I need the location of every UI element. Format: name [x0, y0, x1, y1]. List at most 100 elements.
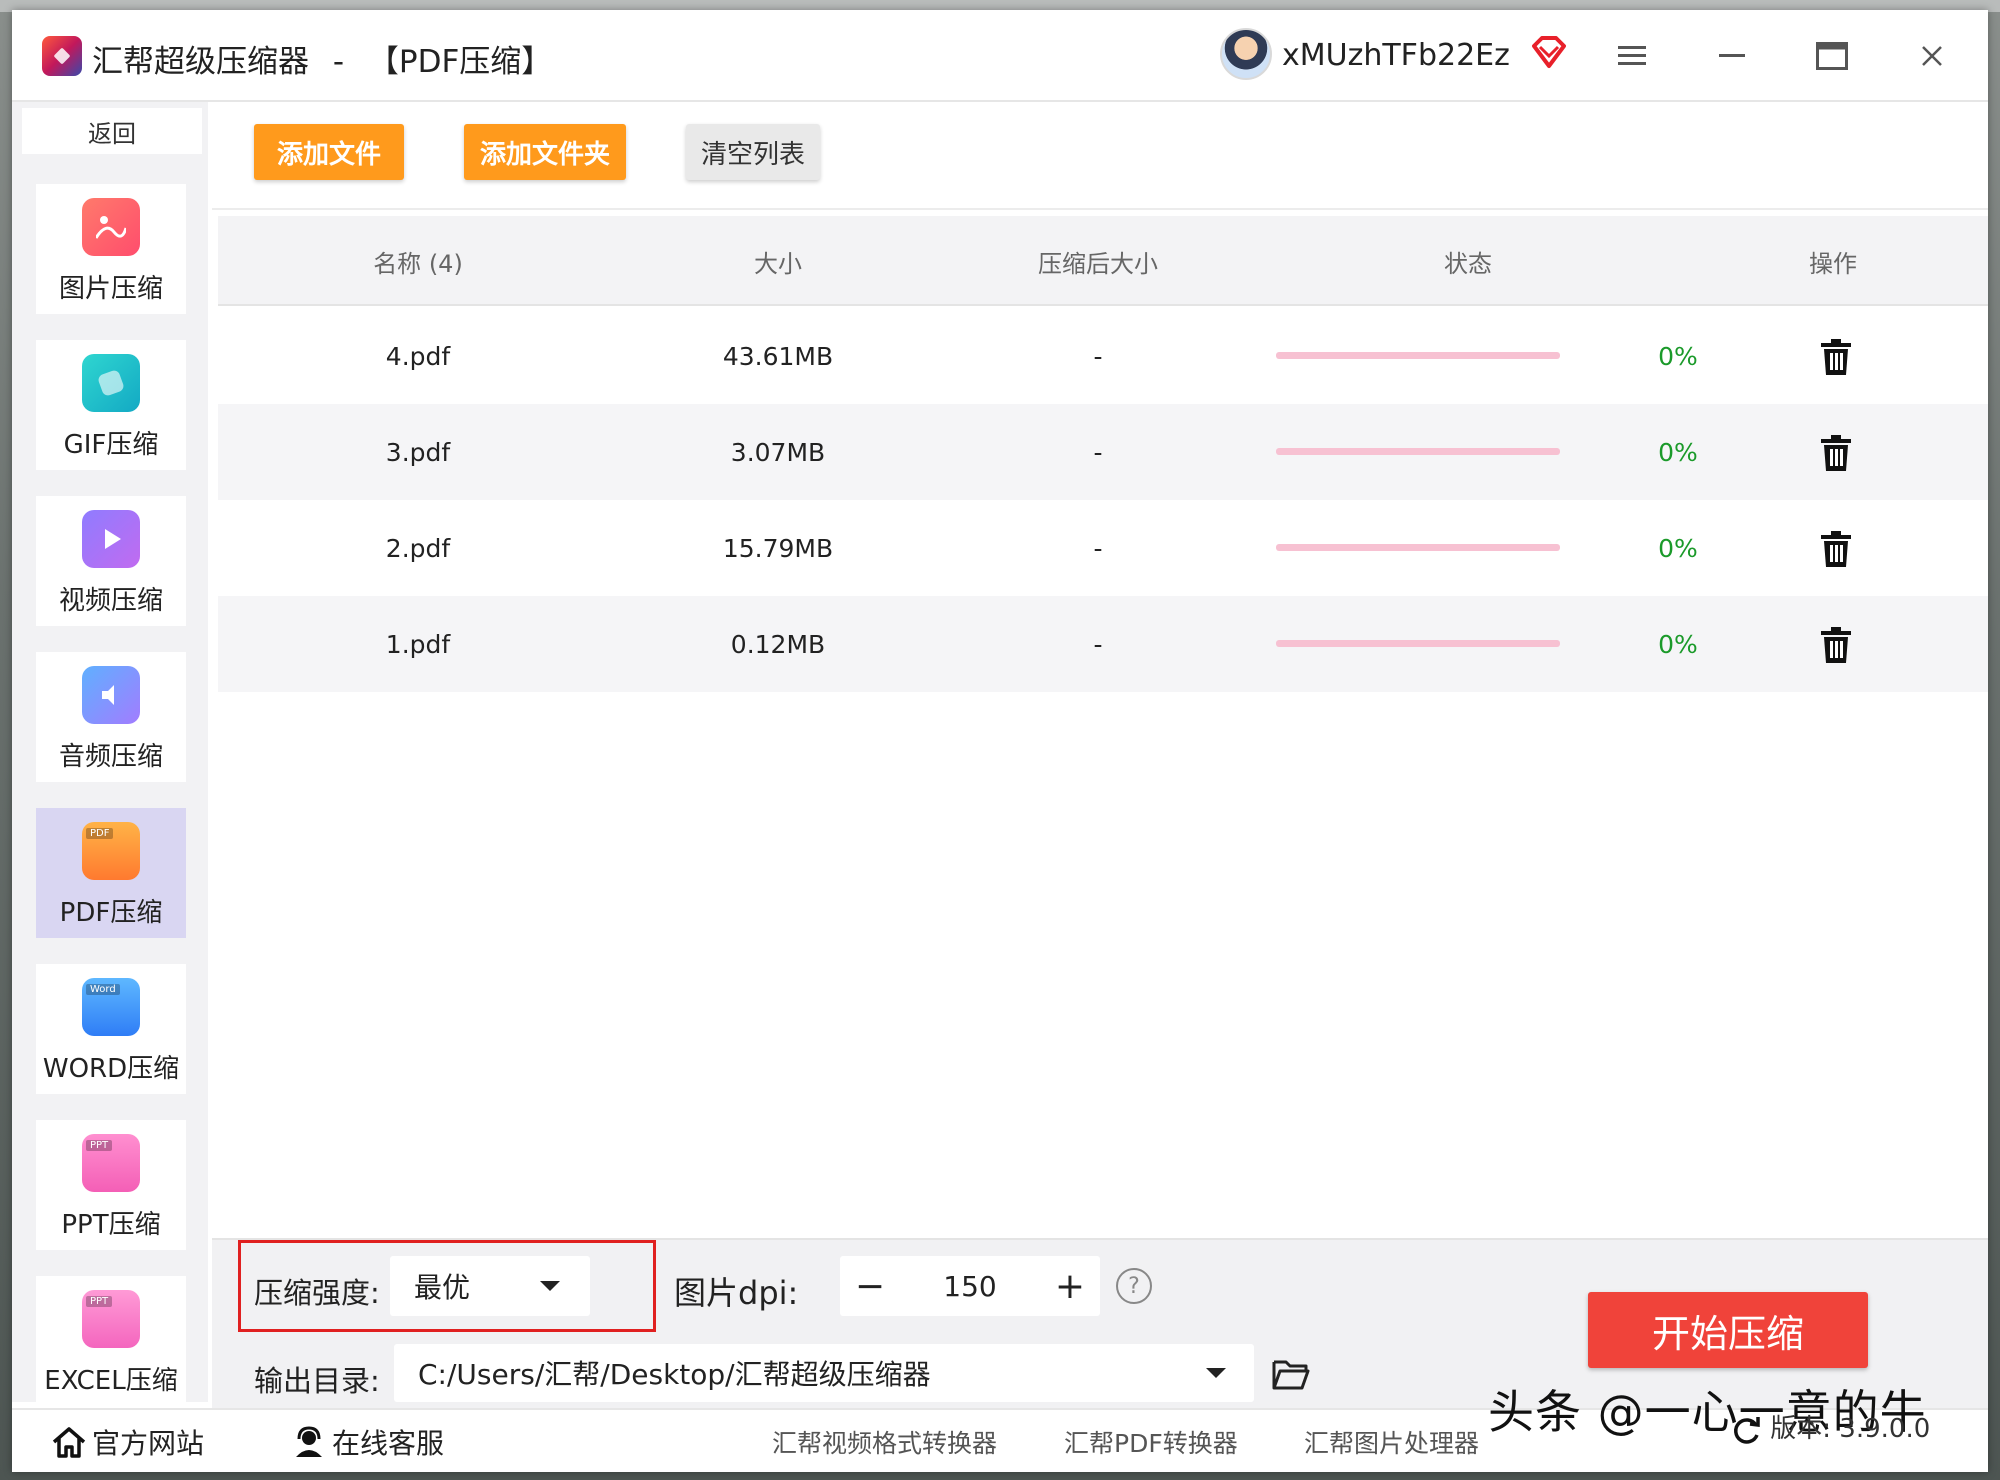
sidebar-item-label: EXCEL压缩: [44, 1366, 178, 1396]
sidebar: 返回 图片压缩 GIF压缩 视频压缩 音频压缩 PDF PDF压缩 Word W…: [12, 102, 208, 1406]
window-title: 汇帮超级压缩器 - 【PDF压缩】: [92, 36, 552, 81]
dpi-value[interactable]: 150: [900, 1256, 1040, 1316]
version-label: 版本: 3.9.0.0: [1730, 1408, 1930, 1445]
minimize-icon[interactable]: [1712, 36, 1752, 76]
menu-icon[interactable]: [1612, 36, 1652, 76]
pdf-icon: PDF: [82, 822, 140, 880]
support-agent-icon: [296, 1426, 322, 1457]
sidebar-item-label: WORD压缩: [42, 1054, 180, 1084]
app-window: 汇帮超级压缩器 - 【PDF压缩】 xMUzhTFb22Ez 返回 图片压缩 G…: [12, 10, 1988, 1472]
output-label: 输出目录:: [254, 1364, 380, 1398]
back-button[interactable]: 返回: [22, 108, 202, 154]
sidebar-item-ppt[interactable]: PPT PPT压缩: [36, 1120, 186, 1250]
vip-diamond-icon[interactable]: [1528, 32, 1570, 74]
progress-bar: [1276, 544, 1560, 551]
file-name: 4.pdf: [385, 341, 451, 371]
compressed-size: -: [1093, 629, 1103, 659]
official-website-link[interactable]: 官方网站: [52, 1410, 204, 1474]
maximize-icon[interactable]: [1812, 36, 1852, 76]
audio-icon: [82, 666, 140, 724]
online-support-label: 在线客服: [332, 1427, 445, 1460]
clear-list-button[interactable]: 清空列表: [686, 124, 820, 180]
close-icon[interactable]: [1912, 36, 1952, 76]
title-separator: -: [332, 44, 345, 80]
strength-select[interactable]: 最优: [390, 1256, 590, 1316]
column-header-size[interactable]: 大小: [618, 216, 938, 306]
output-path-select[interactable]: C:/Users/汇帮/Desktop/汇帮超级压缩器: [394, 1344, 1254, 1402]
progress-percent: 0%: [1658, 629, 1698, 659]
progress-percent: 0%: [1658, 437, 1698, 467]
title-bar: 汇帮超级压缩器 - 【PDF压缩】 xMUzhTFb22Ez: [12, 10, 1988, 102]
progress-bar: [1276, 640, 1560, 647]
pdf-tag: PDF: [86, 828, 114, 839]
delete-icon[interactable]: [1818, 338, 1854, 376]
start-compress-button[interactable]: 开始压缩: [1588, 1292, 1868, 1368]
column-header-name[interactable]: 名称 (4): [218, 216, 618, 306]
footer-link-image-processor[interactable]: 汇帮图片处理器: [1304, 1410, 1479, 1474]
progress-percent: 0%: [1658, 533, 1698, 563]
delete-icon[interactable]: [1818, 434, 1854, 472]
add-file-button[interactable]: 添加文件: [254, 124, 404, 180]
compressed-size: -: [1093, 437, 1103, 467]
sidebar-item-label: 视频压缩: [58, 586, 163, 616]
sidebar-item-video[interactable]: 视频压缩: [36, 496, 186, 626]
video-icon: [82, 510, 140, 568]
file-name: 1.pdf: [385, 629, 451, 659]
strength-value: 最优: [414, 1271, 471, 1304]
delete-icon[interactable]: [1818, 530, 1854, 568]
dpi-label: 图片dpi:: [674, 1274, 799, 1312]
column-header-compressed-size[interactable]: 压缩后大小: [938, 216, 1258, 306]
dpi-stepper: − 150 +: [840, 1256, 1100, 1316]
compressed-size: -: [1093, 533, 1103, 563]
avatar[interactable]: [1220, 28, 1272, 80]
table-row[interactable]: 1.pdf 0.12MB - 0%: [218, 596, 1988, 692]
column-header-status: 状态: [1444, 249, 1492, 278]
dpi-plus-button[interactable]: +: [1042, 1256, 1098, 1316]
sidebar-item-label: 图片压缩: [58, 274, 163, 304]
dpi-minus-button[interactable]: −: [842, 1256, 898, 1316]
file-size: 15.79MB: [722, 533, 834, 563]
table-row[interactable]: 2.pdf 15.79MB - 0%: [218, 500, 1988, 596]
chevron-down-icon: [1206, 1368, 1226, 1378]
toolbar: 添加文件 添加文件夹 清空列表: [212, 102, 1988, 210]
username[interactable]: xMUzhTFb22Ez: [1282, 38, 1510, 73]
table-row[interactable]: 3.pdf 3.07MB - 0%: [218, 404, 1988, 500]
sidebar-item-label: GIF压缩: [63, 430, 159, 460]
table-header: 名称 (4) 大小 压缩后大小 状态 操作: [218, 216, 1988, 306]
file-name: 2.pdf: [385, 533, 451, 563]
progress-bar: [1276, 448, 1560, 455]
word-icon: Word: [82, 978, 140, 1036]
progress-bar: [1276, 352, 1560, 359]
file-table: 名称 (4) 大小 压缩后大小 状态 操作 4.pdf 43.61MB - 0%…: [218, 216, 1988, 1236]
sidebar-item-excel[interactable]: PPT EXCEL压缩: [36, 1276, 186, 1406]
footer-link-pdf-converter[interactable]: 汇帮PDF转换器: [1064, 1410, 1238, 1474]
sidebar-item-word[interactable]: Word WORD压缩: [36, 964, 186, 1094]
help-icon[interactable]: ?: [1116, 1268, 1152, 1304]
folder-open-icon[interactable]: [1272, 1358, 1310, 1390]
official-website-label: 官方网站: [92, 1427, 205, 1460]
sidebar-item-pdf[interactable]: PDF PDF压缩: [36, 808, 186, 938]
sidebar-item-label: 音频压缩: [58, 742, 163, 772]
add-folder-button[interactable]: 添加文件夹: [464, 124, 626, 180]
ppt-tag: PPT: [86, 1140, 113, 1151]
ppt-icon: PPT: [82, 1134, 140, 1192]
image-icon: [82, 198, 140, 256]
sidebar-item-label: PDF压缩: [59, 898, 163, 928]
sidebar-item-image[interactable]: 图片压缩: [36, 184, 186, 314]
gif-icon: [82, 354, 140, 412]
output-path: C:/Users/汇帮/Desktop/汇帮超级压缩器: [418, 1358, 931, 1391]
delete-icon[interactable]: [1818, 626, 1854, 664]
file-size: 43.61MB: [722, 341, 834, 371]
app-logo-icon: [42, 36, 82, 76]
excel-tag: PPT: [86, 1296, 113, 1307]
footer-link-video-converter[interactable]: 汇帮视频格式转换器: [772, 1410, 997, 1474]
table-row[interactable]: 4.pdf 43.61MB - 0%: [218, 308, 1988, 404]
compressed-size: -: [1093, 341, 1103, 371]
file-name: 3.pdf: [385, 437, 451, 467]
sidebar-item-audio[interactable]: 音频压缩: [36, 652, 186, 782]
app-name: 汇帮超级压缩器: [92, 44, 309, 80]
excel-icon: PPT: [82, 1290, 140, 1348]
online-support-link[interactable]: 在线客服: [292, 1410, 444, 1474]
sidebar-item-gif[interactable]: GIF压缩: [36, 340, 186, 470]
refresh-icon: [1734, 1416, 1760, 1444]
